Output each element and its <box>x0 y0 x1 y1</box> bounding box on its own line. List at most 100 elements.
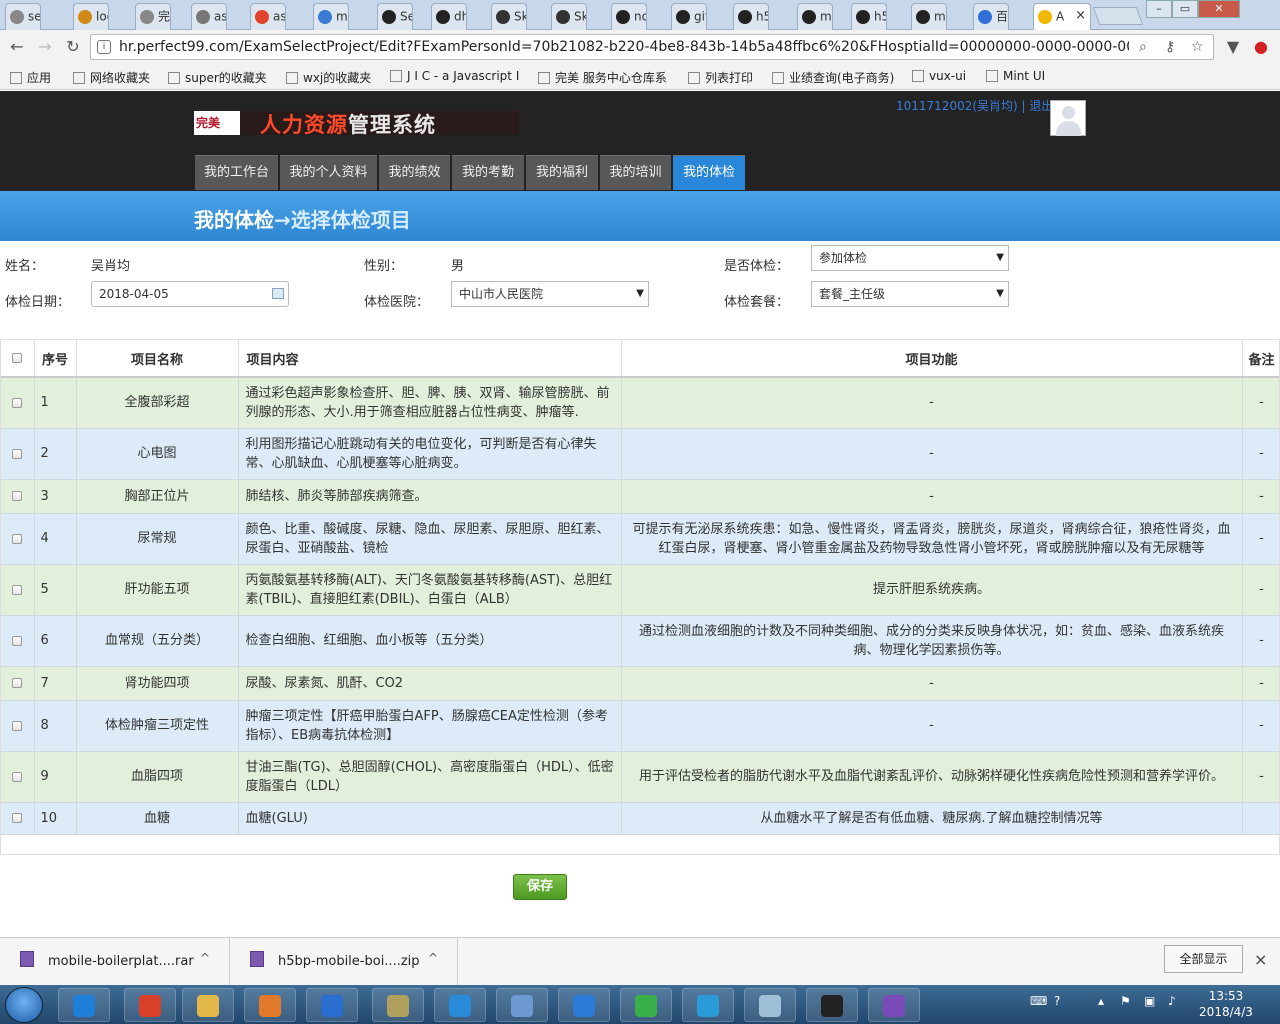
extension-icon[interactable]: ▼ <box>1222 36 1244 58</box>
row-checkbox[interactable] <box>12 491 23 501</box>
table-row[interactable]: 5 肝功能五项 丙氨酸氨基转移酶(ALT)、天门冬氨酸氨基转移酶(AST)、总胆红素… <box>1 564 1279 616</box>
help-icon[interactable]: ? <box>1054 994 1060 1008</box>
avatar[interactable] <box>1050 100 1086 136</box>
chevron-up-icon[interactable]: ^ <box>200 951 210 965</box>
key-icon[interactable]: ⚷ <box>1165 39 1175 55</box>
select-all-checkbox[interactable] <box>12 353 23 363</box>
row-checkbox-cell[interactable] <box>1 428 35 480</box>
nav-tab[interactable]: 我的考勤 <box>452 155 524 190</box>
close-window-button[interactable]: ✕ <box>1198 0 1240 18</box>
start-button[interactable] <box>5 987 43 1023</box>
notes-icon[interactable] <box>744 988 796 1022</box>
row-checkbox[interactable] <box>12 584 23 595</box>
page-info-icon[interactable]: i <box>97 40 111 54</box>
bookmark-item[interactable]: Mint UI <box>986 69 1045 83</box>
row-checkbox[interactable] <box>12 635 23 646</box>
row-checkbox-cell[interactable] <box>1 666 35 701</box>
browser-tab[interactable]: A × <box>1033 3 1091 30</box>
table-row[interactable]: 9 血脂四项 甘油三酯(TG)、总胆固醇(CHOL)、高密度脂蛋白（HDL）、低密度… <box>1 751 1279 803</box>
save-button[interactable]: 保存 <box>513 874 567 900</box>
zoom-icon[interactable]: ⌕ <box>1139 39 1147 55</box>
row-checkbox[interactable] <box>12 533 23 544</box>
browser-tab[interactable]: gita <box>671 3 707 30</box>
calendar-icon[interactable] <box>272 288 284 299</box>
taskbar-clock[interactable]: 13:53 2018/4/3 <box>1196 988 1256 1020</box>
bookmark-item[interactable]: super的收藏夹 <box>168 69 267 86</box>
browser-tab[interactable]: h5b <box>851 3 887 30</box>
menu-icon[interactable]: ● <box>1250 36 1272 58</box>
browser-tab[interactable]: 百度 <box>973 3 1009 30</box>
attend-select[interactable]: 参加体检 ▼ <box>811 245 1009 271</box>
bookmark-item[interactable]: J I C - a Javascript I <box>390 69 519 83</box>
nav-tab[interactable]: 我的培训 <box>600 155 671 190</box>
bookmark-item[interactable]: 网络收藏夹 <box>73 69 150 86</box>
browser-tab[interactable]: Sea <box>377 3 413 30</box>
address-bar-url[interactable]: hr.perfect99.com/ExamSelectProject/Edit?… <box>119 39 1129 55</box>
show-all-downloads-button[interactable]: 全部显示 <box>1164 945 1243 973</box>
back-icon[interactable]: ← <box>6 36 28 58</box>
row-checkbox[interactable] <box>12 397 23 408</box>
package-select[interactable]: 套餐_主任级 ▼ <box>811 281 1009 307</box>
table-row[interactable]: 1 全腹部彩超 通过彩色超声影象检查肝、胆、脾、胰、双肾、输尿管膀胱、前列腺的形态、… <box>1 377 1279 429</box>
package-icon[interactable] <box>496 988 548 1022</box>
media-player-icon[interactable] <box>244 988 296 1022</box>
row-checkbox-cell[interactable] <box>1 751 35 803</box>
browser-tab[interactable]: nol <box>611 3 647 30</box>
row-checkbox-cell[interactable] <box>1 479 35 514</box>
row-checkbox-cell[interactable] <box>1 377 35 429</box>
maximize-window-button[interactable]: ▭ <box>1172 0 1198 18</box>
row-checkbox[interactable] <box>12 678 23 688</box>
vscode-icon[interactable] <box>434 988 486 1022</box>
browser-tab[interactable]: Ske <box>551 3 587 30</box>
row-checkbox-cell[interactable] <box>1 513 35 565</box>
nav-tab[interactable]: 我的个人资料 <box>280 155 377 190</box>
infinity-app-icon[interactable] <box>306 988 358 1022</box>
explorer-icon[interactable] <box>182 988 234 1022</box>
keyboard-icon[interactable]: ⌨ <box>1030 994 1047 1008</box>
browser-tab[interactable]: mo <box>313 3 349 30</box>
bookmark-item[interactable]: vux-ui <box>912 69 966 83</box>
table-row[interactable]: 6 血常规（五分类） 检查白细胞、红细胞、血小板等（五分类） 通过检测血液细胞的计数及… <box>1 615 1279 667</box>
bookmark-item[interactable]: 应用 <box>10 69 51 86</box>
browser-tab[interactable]: sell <box>5 3 41 30</box>
browser-tab[interactable]: loca <box>73 3 109 30</box>
bookmark-item[interactable]: 业绩查询(电子商务) <box>772 69 894 86</box>
row-checkbox-cell[interactable] <box>1 615 35 667</box>
row-checkbox[interactable] <box>12 448 23 459</box>
forward-icon[interactable]: → <box>34 36 56 58</box>
bookmark-item[interactable]: wxj的收藏夹 <box>286 69 371 86</box>
browser-tab[interactable]: mo <box>797 3 833 30</box>
new-tab-button[interactable] <box>1092 7 1144 25</box>
chrome-icon[interactable] <box>124 988 176 1022</box>
browser-tab[interactable]: mo <box>911 3 947 30</box>
download-item[interactable]: mobile-boilerplat....rar ^ <box>0 937 230 985</box>
ie-icon[interactable] <box>58 988 110 1022</box>
browser-tab[interactable]: h5b <box>733 3 769 30</box>
action-center-icon[interactable]: ▣ <box>1144 994 1155 1008</box>
date-field[interactable]: 2018-04-05 <box>91 281 289 307</box>
bookmark-star-icon[interactable]: ☆ <box>1191 39 1204 55</box>
browser-search-icon[interactable] <box>682 988 734 1022</box>
table-row[interactable]: 4 尿常规 颜色、比重、酸碱度、尿糖、隐血、尿胆素、尿胆原、胆红素、尿蛋白、亚硝酸盐… <box>1 513 1279 565</box>
volume-icon[interactable]: ♪ <box>1168 994 1176 1008</box>
terminal-icon[interactable] <box>806 988 858 1022</box>
wechat-icon[interactable] <box>620 988 672 1022</box>
reload-icon[interactable]: ↻ <box>62 36 84 58</box>
close-downloads-icon[interactable]: × <box>1254 950 1267 969</box>
browser-tab[interactable]: dhc <box>431 3 467 30</box>
table-row[interactable]: 8 体检肿瘤三项定性 肿瘤三项定性【肝癌甲胎蛋白AFP、肠腺癌CEA定性检测（参考指… <box>1 700 1279 752</box>
table-row[interactable]: 2 心电图 利用图形描记心脏跳动有关的电位变化，可判断是否有心律失常、心肌缺血、心肌… <box>1 428 1279 480</box>
hospital-select[interactable]: 中山市人民医院 ▼ <box>451 281 649 307</box>
wps-icon[interactable] <box>558 988 610 1022</box>
browser-tab[interactable]: 完美 <box>135 3 171 30</box>
tray-expand-icon[interactable]: ▴ <box>1098 994 1104 1008</box>
nav-tab[interactable]: 我的工作台 <box>195 155 278 190</box>
chevron-up-icon[interactable]: ^ <box>428 951 438 965</box>
browser-tab[interactable]: Ske <box>491 3 527 30</box>
row-checkbox[interactable] <box>12 813 23 823</box>
nav-tab[interactable]: 我的体检 <box>673 155 745 190</box>
address-bar[interactable]: i hr.perfect99.com/ExamSelectProject/Edi… <box>90 34 1214 60</box>
nav-tab[interactable]: 我的福利 <box>526 155 598 190</box>
network-icon[interactable]: ⚑ <box>1120 994 1131 1008</box>
row-checkbox[interactable] <box>12 720 23 731</box>
